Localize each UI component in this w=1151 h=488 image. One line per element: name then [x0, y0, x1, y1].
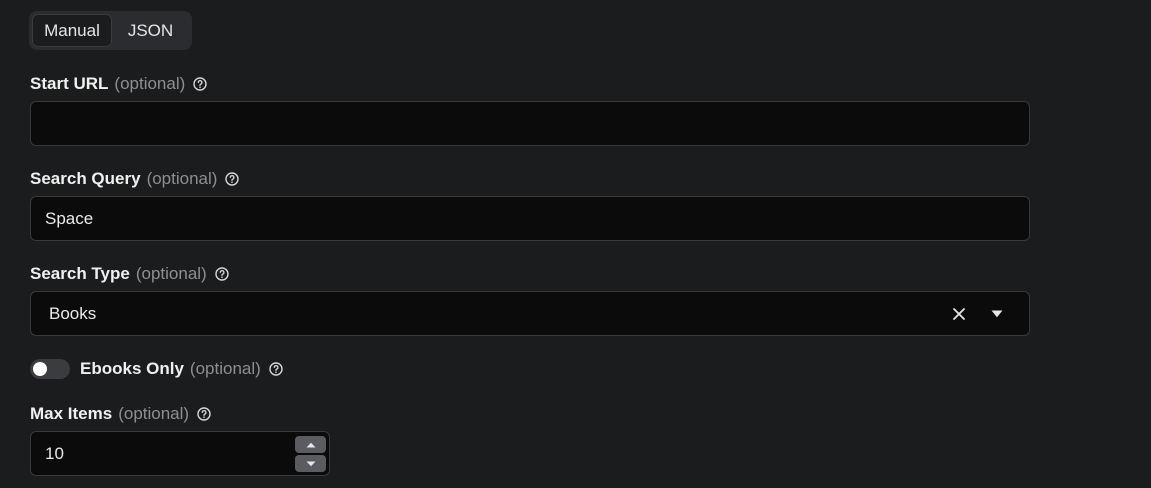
- input-mode-tabs: Manual JSON: [29, 11, 192, 50]
- search-query-label: Search Query (optional): [30, 169, 240, 189]
- search-query-value: Space: [45, 208, 94, 228]
- tab-json[interactable]: JSON: [112, 14, 189, 47]
- quantity-stepper: [295, 436, 326, 472]
- max-items-input[interactable]: 10: [30, 431, 330, 476]
- optional-text: (optional): [135, 264, 207, 283]
- max-items-title: Max Items: [30, 404, 113, 423]
- search-type-select[interactable]: Books: [30, 291, 1030, 336]
- start-url-label: Start URL (optional): [30, 74, 207, 94]
- caret-down-icon[interactable]: [987, 304, 1007, 324]
- toggle-knob: [33, 362, 47, 376]
- optional-text: (optional): [189, 359, 261, 378]
- max-items-label: Max Items (optional): [30, 404, 211, 424]
- search-type-title: Search Type: [30, 264, 130, 283]
- search-query-input[interactable]: Space: [30, 196, 1030, 241]
- help-icon[interactable]: [269, 362, 283, 376]
- start-url-title: Start URL: [30, 74, 109, 93]
- help-icon[interactable]: [215, 267, 229, 281]
- help-icon[interactable]: [193, 77, 207, 91]
- help-icon[interactable]: [225, 172, 240, 186]
- search-type-label: Search Type (optional): [30, 264, 229, 284]
- tab-manual[interactable]: Manual: [32, 14, 112, 47]
- help-icon[interactable]: [197, 407, 211, 421]
- max-items-value: 10: [45, 443, 64, 463]
- decrement-button[interactable]: [295, 455, 326, 472]
- ebooks-only-toggle[interactable]: [30, 359, 70, 379]
- search-query-title: Search Query: [30, 169, 141, 188]
- search-type-value: Books: [49, 303, 97, 323]
- ebooks-only-title: Ebooks Only: [80, 359, 184, 378]
- caret-down-icon: [306, 461, 315, 466]
- optional-text: (optional): [114, 74, 186, 93]
- optional-text: (optional): [146, 169, 218, 188]
- increment-button[interactable]: [295, 436, 326, 453]
- caret-up-icon: [306, 442, 315, 447]
- ebooks-only-label: Ebooks Only (optional): [80, 359, 283, 379]
- start-url-input[interactable]: [30, 101, 1030, 146]
- actor-input-form: Manual JSON Start URL (optional) Search …: [0, 0, 1151, 488]
- optional-text: (optional): [118, 404, 190, 423]
- close-icon[interactable]: [949, 304, 969, 324]
